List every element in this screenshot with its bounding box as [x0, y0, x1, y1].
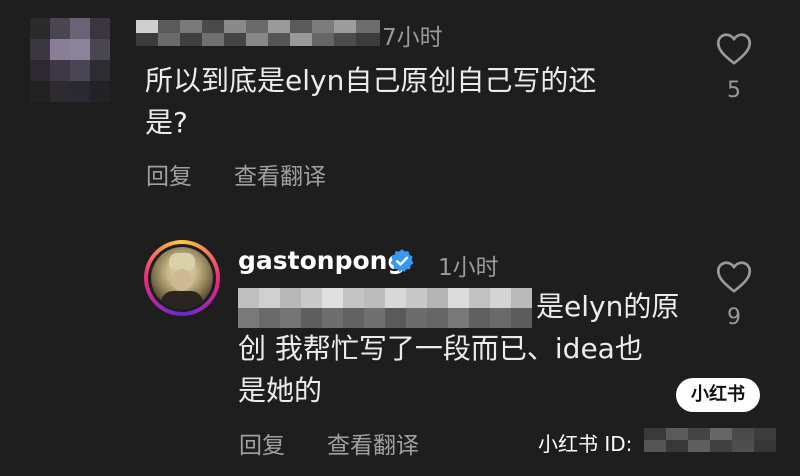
comment-time: 1小时	[438, 255, 499, 281]
avatar-blurred[interactable]	[30, 18, 110, 102]
comment-time: 7小时	[382, 25, 443, 51]
username-blurred[interactable]	[136, 20, 380, 46]
verified-badge-icon	[390, 249, 414, 273]
heart-outline-icon[interactable]	[716, 32, 752, 66]
watermark-id-label: 小红书 ID:	[538, 432, 633, 456]
heart-outline-icon[interactable]	[716, 260, 752, 294]
view-translation-button[interactable]: 查看翻译	[234, 157, 326, 191]
like-count: 9	[727, 305, 741, 330]
comment-text: 所以到底是elyn自己原创自己写的还 是?	[145, 60, 665, 144]
comment-text-line: 创 我帮忙写了一段而已、idea也	[238, 332, 643, 365]
reply-button[interactable]: 回复	[146, 157, 192, 191]
comment-text-line: 是elyn的原	[536, 290, 680, 323]
comment-text-line: 所以到底是elyn自己原创自己写的还	[145, 64, 597, 97]
reply-button[interactable]: 回复	[239, 426, 285, 460]
comment-text-line: 是?	[145, 106, 188, 139]
watermark-logo: 小红书	[676, 378, 760, 412]
username[interactable]: gastonpong	[238, 246, 405, 275]
watermark-id-redacted	[644, 428, 776, 452]
view-translation-button[interactable]: 查看翻译	[327, 426, 419, 460]
avatar[interactable]	[144, 240, 220, 316]
comment-text: 是elyn的原 创 我帮忙写了一段而已、idea也 是她的	[238, 286, 698, 412]
comment-text-line: 是她的	[238, 374, 323, 407]
like-count: 5	[727, 78, 741, 103]
